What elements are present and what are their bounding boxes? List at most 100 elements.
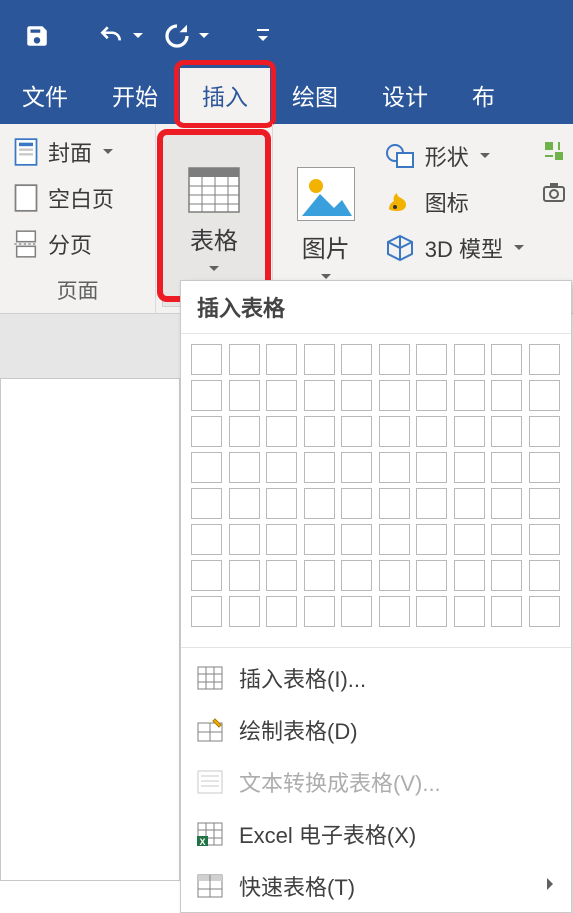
quick-tables-item[interactable]: 快速表格(T) [181, 860, 571, 912]
document-page[interactable] [0, 378, 180, 881]
grid-cell[interactable] [529, 380, 560, 411]
icons-button[interactable]: 图标 [379, 182, 531, 222]
grid-cell[interactable] [416, 524, 447, 555]
grid-cell[interactable] [491, 452, 522, 483]
insert-table-item[interactable]: 插入表格(I)... [181, 652, 571, 704]
grid-cell[interactable] [191, 560, 222, 591]
grid-cell[interactable] [341, 452, 372, 483]
tab-file[interactable]: 文件 [0, 68, 90, 124]
grid-cell[interactable] [229, 524, 260, 555]
grid-cell[interactable] [454, 416, 485, 447]
grid-cell[interactable] [529, 452, 560, 483]
grid-cell[interactable] [454, 488, 485, 519]
grid-cell[interactable] [416, 488, 447, 519]
grid-cell[interactable] [229, 344, 260, 375]
grid-cell[interactable] [266, 380, 297, 411]
grid-cell[interactable] [229, 452, 260, 483]
page-break-button[interactable]: 分页 [8, 224, 147, 264]
grid-cell[interactable] [416, 344, 447, 375]
grid-cell[interactable] [229, 560, 260, 591]
grid-cell[interactable] [454, 452, 485, 483]
grid-cell[interactable] [266, 416, 297, 447]
grid-cell[interactable] [341, 380, 372, 411]
grid-cell[interactable] [529, 596, 560, 627]
grid-cell[interactable] [304, 380, 335, 411]
grid-cell[interactable] [266, 344, 297, 375]
grid-cell[interactable] [416, 380, 447, 411]
grid-cell[interactable] [379, 560, 410, 591]
grid-cell[interactable] [191, 416, 222, 447]
redo-button[interactable] [162, 21, 210, 51]
grid-cell[interactable] [191, 524, 222, 555]
grid-cell[interactable] [491, 524, 522, 555]
blank-page-button[interactable]: 空白页 [8, 178, 147, 218]
grid-cell[interactable] [454, 596, 485, 627]
grid-cell[interactable] [416, 560, 447, 591]
grid-cell[interactable] [454, 380, 485, 411]
3d-model-button[interactable]: 3D 模型 [379, 228, 531, 268]
grid-cell[interactable] [304, 416, 335, 447]
tab-insert[interactable]: 插入 [180, 68, 270, 124]
grid-cell[interactable] [416, 596, 447, 627]
smartart-icon[interactable] [543, 140, 565, 162]
undo-button[interactable] [96, 23, 144, 49]
grid-cell[interactable] [416, 452, 447, 483]
grid-cell[interactable] [379, 344, 410, 375]
grid-cell[interactable] [304, 596, 335, 627]
excel-spreadsheet-item[interactable]: X Excel 电子表格(X) [181, 808, 571, 860]
grid-cell[interactable] [491, 596, 522, 627]
grid-cell[interactable] [416, 416, 447, 447]
grid-cell[interactable] [266, 524, 297, 555]
grid-cell[interactable] [191, 452, 222, 483]
grid-cell[interactable] [304, 560, 335, 591]
grid-cell[interactable] [191, 380, 222, 411]
grid-cell[interactable] [266, 452, 297, 483]
draw-table-item[interactable]: 绘制表格(D) [181, 704, 571, 756]
save-button[interactable] [24, 23, 50, 49]
cover-page-button[interactable]: 封面 [8, 132, 147, 172]
grid-cell[interactable] [266, 488, 297, 519]
grid-cell[interactable] [379, 524, 410, 555]
grid-cell[interactable] [491, 380, 522, 411]
grid-cell[interactable] [491, 416, 522, 447]
grid-cell[interactable] [229, 416, 260, 447]
grid-cell[interactable] [491, 344, 522, 375]
tab-home[interactable]: 开始 [90, 68, 180, 124]
grid-cell[interactable] [229, 596, 260, 627]
grid-cell[interactable] [229, 380, 260, 411]
qat-customize-button[interactable] [256, 25, 270, 47]
grid-cell[interactable] [341, 344, 372, 375]
grid-cell[interactable] [304, 524, 335, 555]
grid-cell[interactable] [191, 488, 222, 519]
grid-cell[interactable] [379, 416, 410, 447]
grid-cell[interactable] [266, 596, 297, 627]
grid-cell[interactable] [454, 560, 485, 591]
grid-cell[interactable] [229, 488, 260, 519]
tab-design[interactable]: 设计 [360, 68, 450, 124]
table-size-grid[interactable] [181, 334, 571, 643]
grid-cell[interactable] [341, 488, 372, 519]
grid-cell[interactable] [341, 416, 372, 447]
grid-cell[interactable] [491, 488, 522, 519]
grid-cell[interactable] [341, 524, 372, 555]
grid-cell[interactable] [529, 416, 560, 447]
grid-cell[interactable] [454, 524, 485, 555]
grid-cell[interactable] [304, 344, 335, 375]
grid-cell[interactable] [266, 560, 297, 591]
grid-cell[interactable] [304, 452, 335, 483]
grid-cell[interactable] [341, 560, 372, 591]
grid-cell[interactable] [379, 380, 410, 411]
grid-cell[interactable] [379, 452, 410, 483]
grid-cell[interactable] [191, 596, 222, 627]
grid-cell[interactable] [379, 596, 410, 627]
grid-cell[interactable] [491, 560, 522, 591]
grid-cell[interactable] [529, 488, 560, 519]
screenshot-icon[interactable] [543, 182, 565, 202]
grid-cell[interactable] [529, 344, 560, 375]
grid-cell[interactable] [341, 596, 372, 627]
shapes-button[interactable]: 形状 [379, 136, 531, 176]
grid-cell[interactable] [454, 344, 485, 375]
tab-draw[interactable]: 绘图 [270, 68, 360, 124]
grid-cell[interactable] [529, 524, 560, 555]
grid-cell[interactable] [529, 560, 560, 591]
